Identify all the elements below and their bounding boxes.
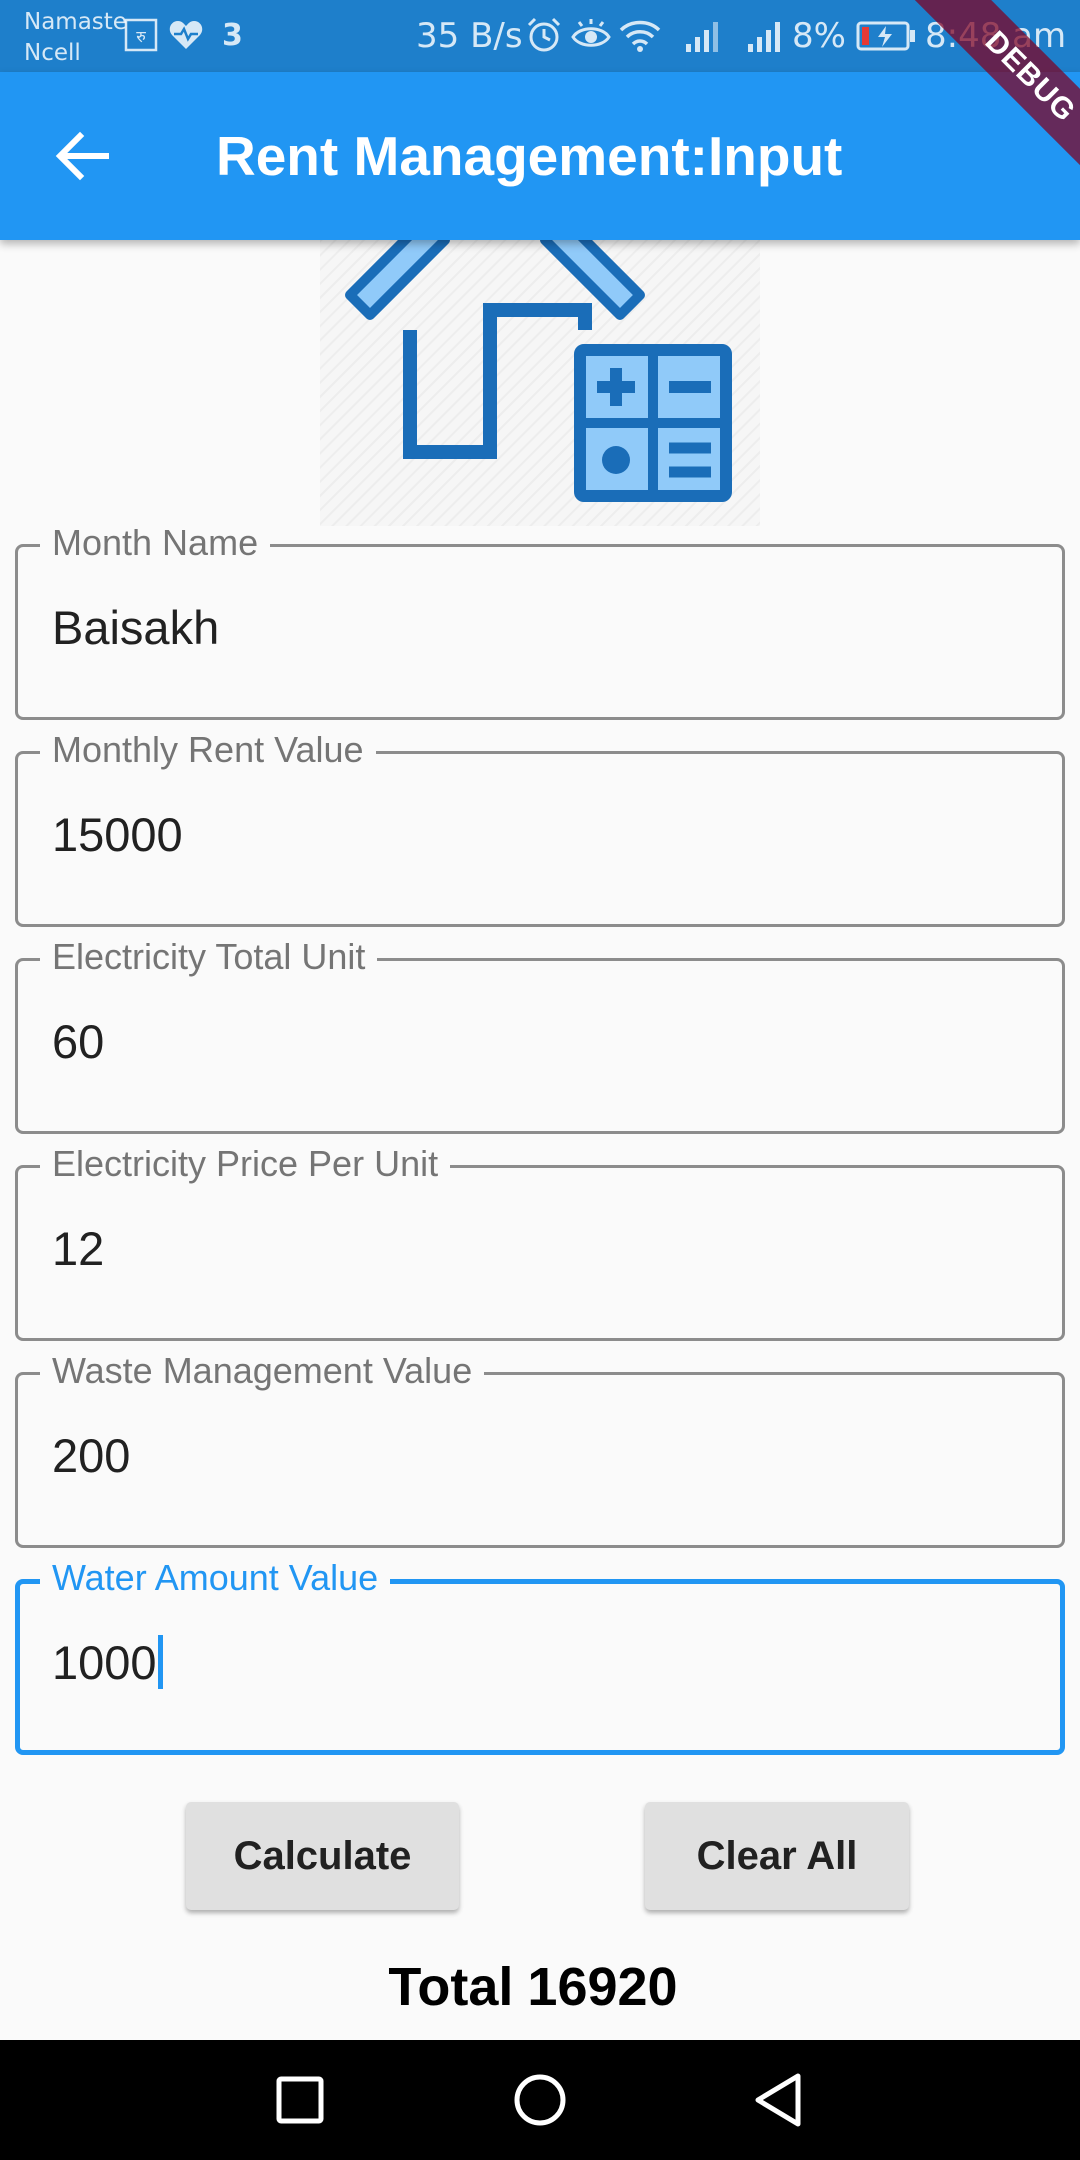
carrier-line1: Namaste (24, 9, 127, 35)
back-button[interactable] (46, 118, 122, 194)
total-display: Total 16920 (0, 1956, 1080, 2018)
battery-percent: 8% (792, 16, 846, 56)
electricity-price-field[interactable]: Electricity Price Per Unit 12 (15, 1143, 1065, 1341)
page-title: Rent Management:Input (216, 125, 843, 187)
carrier-line2: Ncell (24, 40, 81, 66)
house-calculator-icon (320, 240, 760, 526)
water-amount-field[interactable]: Water Amount Value 1000 (15, 1557, 1065, 1755)
clear-all-button[interactable]: Clear All (645, 1802, 909, 1910)
alarm-icon (527, 17, 561, 52)
field-border (15, 958, 1065, 1134)
field-value[interactable]: 1000 (52, 1636, 157, 1689)
svg-text:रु: रु (136, 27, 146, 46)
field-value-wrapper[interactable]: 1000 (52, 1635, 163, 1691)
calculate-button[interactable]: Calculate (186, 1802, 459, 1910)
home-icon[interactable] (510, 2070, 570, 2130)
field-value[interactable]: 12 (52, 1221, 104, 1277)
month-name-field[interactable]: Month Name Baisakh (15, 522, 1065, 720)
field-label: Water Amount Value (40, 1557, 391, 1599)
field-label: Month Name (40, 522, 271, 564)
notification-count: 3 (222, 18, 243, 53)
signal-sim2-icon (748, 22, 780, 52)
arrow-back-icon (55, 131, 109, 181)
rupee-icon: रु (124, 18, 158, 52)
field-border (15, 1579, 1065, 1755)
back-icon[interactable] (750, 2070, 810, 2130)
field-value[interactable]: 60 (52, 1014, 104, 1070)
field-value[interactable]: 200 (52, 1428, 130, 1484)
electricity-total-unit-field[interactable]: Electricity Total Unit 60 (15, 936, 1065, 1134)
status-bar: Namaste Ncell रु 3 35 B/s 8% (0, 0, 1080, 72)
field-value[interactable]: Baisakh (52, 600, 219, 656)
screen: Namaste Ncell रु 3 35 B/s 8% Rent Manage… (0, 0, 1080, 2160)
eye-comfort-icon (571, 19, 611, 47)
text-cursor (157, 1635, 163, 1689)
signal-sim1-icon (686, 22, 718, 52)
total-value: 16920 (527, 1957, 678, 2017)
field-border (15, 1165, 1065, 1341)
field-border (15, 1372, 1065, 1548)
carrier-name: Namaste Ncell (24, 7, 127, 69)
network-speed: 35 B/s (416, 16, 523, 56)
monthly-rent-field[interactable]: Monthly Rent Value 15000 (15, 729, 1065, 927)
wifi-icon (619, 20, 661, 52)
navigation-bar (0, 2040, 1080, 2160)
field-label: Waste Management Value (40, 1350, 485, 1392)
waste-management-field[interactable]: Waste Management Value 200 (15, 1350, 1065, 1548)
app-logo (320, 240, 760, 526)
field-label: Electricity Price Per Unit (40, 1143, 451, 1185)
total-label: Total (388, 1957, 514, 2017)
health-heart-icon (169, 21, 203, 49)
recent-apps-icon[interactable] (270, 2070, 330, 2130)
field-value[interactable]: 15000 (52, 807, 183, 863)
field-label: Monthly Rent Value (40, 729, 376, 771)
field-label: Electricity Total Unit (40, 936, 378, 978)
app-bar: Rent Management:Input (0, 72, 1080, 240)
battery-low-icon (856, 21, 915, 51)
